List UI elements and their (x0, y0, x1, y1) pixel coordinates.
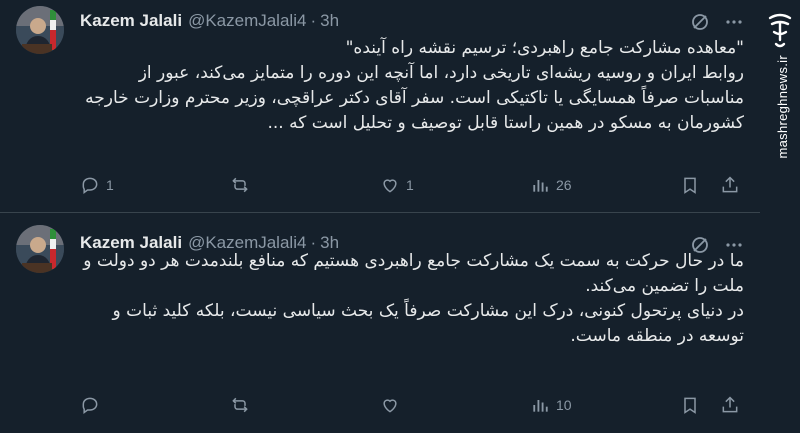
tweet-text-line: ما در حال حرکت به سمت یک مشارکت جامع راه… (83, 251, 744, 296)
view-count: 26 (556, 177, 572, 193)
mashregh-logo (766, 10, 794, 50)
more-options-icon[interactable] (722, 10, 746, 34)
avatar[interactable] (16, 6, 64, 54)
view-count: 10 (556, 397, 572, 413)
tweet-text-line: در دنیای پرتحول کنونی، درک این مشارکت صر… (112, 301, 744, 346)
like-button[interactable]: 1 (380, 175, 414, 195)
reply-button[interactable]: 1 (80, 175, 114, 195)
bookmark-icon (684, 397, 696, 414)
watermark-url: mashreghnews.ir (775, 55, 790, 159)
share-button[interactable] (720, 175, 740, 195)
share-icon (722, 396, 738, 413)
reply-button[interactable] (80, 395, 106, 415)
heart-icon (383, 179, 397, 193)
tweet-top-icons (688, 10, 746, 34)
avatar-image (16, 225, 64, 273)
bookmark-button[interactable] (680, 395, 700, 415)
tweet-text-line: روابط ایران و روسیه ریشه‌ای تاریخی دارد،… (85, 63, 744, 133)
views-button[interactable]: 10 (530, 395, 572, 415)
separator-dot: · (310, 11, 317, 30)
reply-count: 1 (106, 177, 114, 193)
tweet-text: ما در حال حرکت به سمت یک مشارکت جامع راه… (80, 249, 744, 349)
share-icon (722, 176, 738, 193)
repost-icon (232, 177, 248, 193)
grok-icon[interactable] (688, 10, 712, 34)
heart-icon (383, 399, 397, 413)
share-button[interactable] (720, 395, 740, 415)
bookmark-icon (684, 177, 696, 194)
repost-icon (232, 397, 248, 413)
tweet[interactable]: Kazem Jalali @KazemJalali4 · 3h "معاهده … (0, 0, 760, 213)
repost-button[interactable] (230, 175, 256, 195)
tweet-actions: 10 (80, 393, 745, 417)
reply-icon (82, 177, 98, 194)
tweet-header: Kazem Jalali @KazemJalali4 · 3h (80, 11, 339, 31)
reply-icon (82, 397, 98, 414)
repost-button[interactable] (230, 395, 256, 415)
bookmark-button[interactable] (680, 175, 700, 195)
tweet-text: "معاهده مشارکت جامع راهبردی؛ ترسیم نقشه … (80, 36, 744, 136)
tweet-text-line: "معاهده مشارکت جامع راهبردی؛ ترسیم نقشه … (345, 38, 744, 58)
mashregh-logo-mark (768, 13, 792, 48)
avatar[interactable] (16, 225, 64, 273)
watermark-column: mashreghnews.ir (760, 0, 800, 433)
like-count: 1 (406, 177, 414, 193)
tweet[interactable]: Kazem Jalali @KazemJalali4 · 3h ما در حا… (0, 213, 760, 433)
views-icon (533, 400, 548, 412)
timestamp[interactable]: 3h (320, 11, 339, 31)
like-button[interactable] (380, 395, 406, 415)
author-name[interactable]: Kazem Jalali (80, 11, 182, 31)
avatar-image (16, 6, 64, 54)
views-icon (533, 180, 548, 192)
author-handle[interactable]: @KazemJalali4 (188, 11, 306, 31)
tweet-actions: 1 1 26 (80, 173, 745, 197)
views-button[interactable]: 26 (530, 175, 572, 195)
